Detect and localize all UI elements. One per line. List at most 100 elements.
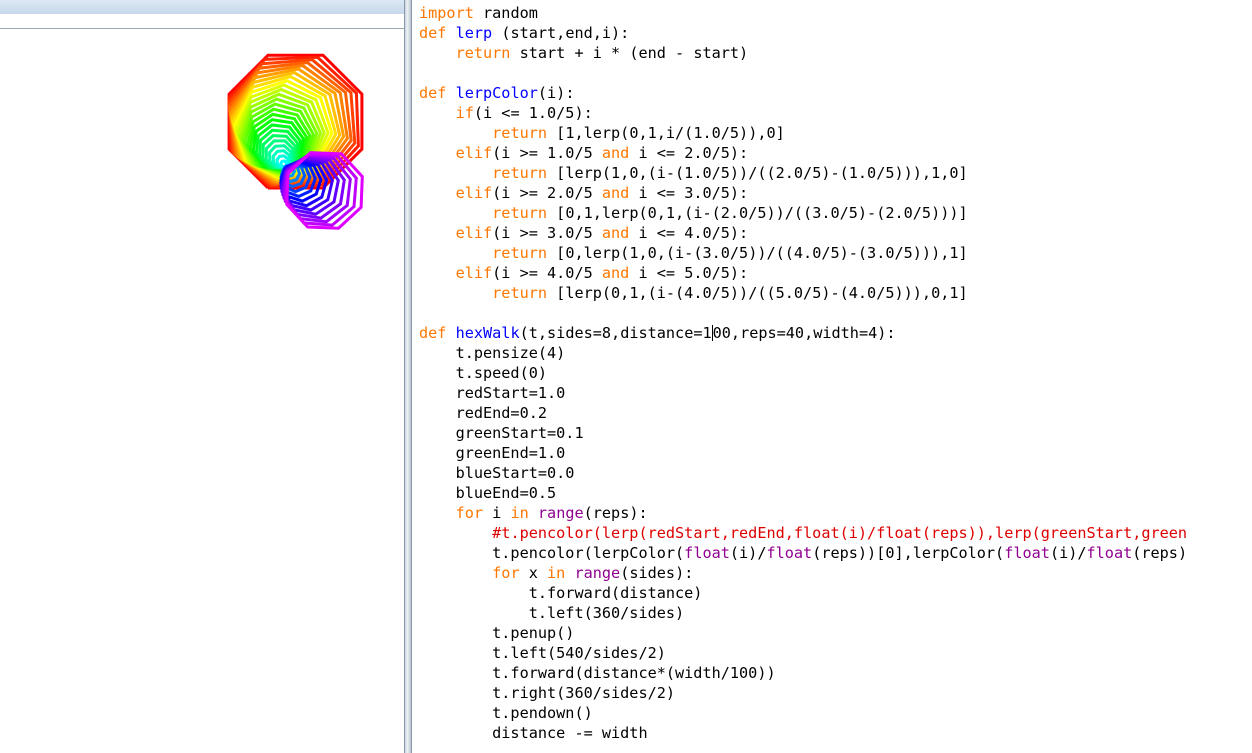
- code-line[interactable]: def lerp (start,end,i):: [419, 23, 1187, 43]
- code-token-keyword: elif: [455, 224, 493, 242]
- code-token-keyword: def: [419, 24, 447, 42]
- code-line[interactable]: t.forward(distance*(width/100)): [419, 663, 1187, 683]
- code-line[interactable]: for i in range(reps):: [419, 503, 1187, 523]
- code-token-keyword: elif: [455, 264, 493, 282]
- code-line[interactable]: elif(i >= 2.0/5 and i <= 3.0/5):: [419, 183, 1187, 203]
- code-line[interactable]: if(i <= 1.0/5):: [419, 103, 1187, 123]
- code-token: (sides):: [620, 564, 694, 582]
- code-token: (reps):: [583, 504, 648, 522]
- code-token: t.speed(0): [419, 364, 548, 382]
- code-token: distance -= width: [419, 724, 648, 742]
- code-token: i: [483, 504, 511, 522]
- code-line[interactable]: t.left(360/sides): [419, 603, 1187, 623]
- code-line[interactable]: import random: [419, 3, 1187, 23]
- code-line[interactable]: return [0,lerp(1,0,(i-(3.0/5))/((4.0/5)-…: [419, 243, 1187, 263]
- code-token: [1,lerp(0,1,i/(1.0/5)),0]: [547, 124, 785, 142]
- code-token: i <= 3.0/5):: [629, 184, 749, 202]
- code-line[interactable]: return [lerp(0,1,(i-(4.0/5))/((5.0/5)-(4…: [419, 283, 1187, 303]
- code-line[interactable]: def hexWalk(t,sides=8,distance=100,reps=…: [419, 323, 1187, 343]
- code-line[interactable]: [419, 63, 1187, 83]
- code-line[interactable]: elif(i >= 3.0/5 and i <= 4.0/5):: [419, 223, 1187, 243]
- code-token-keyword: and: [601, 224, 630, 242]
- code-token: [lerp(1,0,(i-(1.0/5))/((2.0/5)-(1.0/5)))…: [547, 164, 968, 182]
- code-token: greenEnd=1.0: [419, 444, 566, 462]
- code-token-keyword: return: [492, 244, 548, 262]
- code-line[interactable]: return start + i * (end - start): [419, 43, 1187, 63]
- code-token: t.forward(distance*(width/100)): [419, 664, 776, 682]
- code-line[interactable]: return [lerp(1,0,(i-(1.0/5))/((2.0/5)-(1…: [419, 163, 1187, 183]
- code-editor[interactable]: import random def lerp (start,end,i): ret…: [412, 0, 1252, 753]
- code-line[interactable]: for x in range(sides):: [419, 563, 1187, 583]
- code-line[interactable]: [419, 303, 1187, 323]
- code-line[interactable]: elif(i >= 1.0/5 and i <= 2.0/5):: [419, 143, 1187, 163]
- code-line[interactable]: t.pencolor(lerpColor(float(i)/float(reps…: [419, 543, 1187, 563]
- code-line[interactable]: elif(i >= 4.0/5 and i <= 5.0/5):: [419, 263, 1187, 283]
- code-line[interactable]: distance -= width: [419, 723, 1187, 743]
- code-token: [lerp(0,1,(i-(4.0/5))/((5.0/5)-(4.0/5)))…: [547, 284, 968, 302]
- code-text-area[interactable]: import random def lerp (start,end,i): ret…: [419, 3, 1187, 743]
- code-token-keyword: elif: [455, 144, 493, 162]
- code-token-definition: hexWalk: [455, 324, 520, 342]
- code-token: (i >= 3.0/5: [492, 224, 602, 242]
- code-token-keyword: def: [419, 324, 447, 342]
- code-line[interactable]: blueEnd=0.5: [419, 483, 1187, 503]
- code-token: (i)/: [1049, 544, 1087, 562]
- code-token-builtin: range: [537, 504, 584, 522]
- code-token: random: [473, 4, 538, 22]
- code-token-keyword: in: [510, 504, 529, 522]
- code-token: t.left(540/sides/2): [419, 644, 666, 662]
- code-token: greenStart=0.1: [419, 424, 584, 442]
- code-token-keyword: return: [492, 284, 548, 302]
- code-token-keyword: and: [601, 184, 630, 202]
- code-token: redStart=1.0: [419, 384, 566, 402]
- code-token-builtin: float: [1004, 544, 1050, 562]
- code-line[interactable]: redStart=1.0: [419, 383, 1187, 403]
- code-token-definition: lerp: [455, 24, 493, 42]
- turtle-canvas: [227, 53, 364, 230]
- code-token: (start,end,i):: [492, 24, 630, 42]
- code-line[interactable]: t.pendown(): [419, 703, 1187, 723]
- code-line[interactable]: greenStart=0.1: [419, 423, 1187, 443]
- code-line[interactable]: redEnd=0.2: [419, 403, 1187, 423]
- code-line[interactable]: return [0,1,lerp(0,1,(i-(2.0/5))/((3.0/5…: [419, 203, 1187, 223]
- code-token: (i >= 2.0/5: [492, 184, 602, 202]
- code-line[interactable]: t.right(360/sides/2): [419, 683, 1187, 703]
- code-token-keyword: def: [419, 84, 447, 102]
- code-line[interactable]: greenEnd=1.0: [419, 443, 1187, 463]
- code-token: t.right(360/sides/2): [419, 684, 676, 702]
- code-token-keyword: return: [455, 44, 511, 62]
- code-line[interactable]: blueStart=0.0: [419, 463, 1187, 483]
- code-token: t.pencolor(lerpColor(: [419, 544, 685, 562]
- code-token-keyword: import: [419, 4, 474, 22]
- code-token: (i)/: [729, 544, 767, 562]
- code-line[interactable]: t.left(540/sides/2): [419, 643, 1187, 663]
- code-token-keyword: and: [601, 144, 630, 162]
- code-token-keyword: for: [455, 504, 484, 522]
- code-line[interactable]: t.pensize(4): [419, 343, 1187, 363]
- code-token: i <= 2.0/5):: [629, 144, 749, 162]
- code-line[interactable]: t.forward(distance): [419, 583, 1187, 603]
- code-token: t.left(360/sides): [419, 604, 685, 622]
- code-token: t.pensize(4): [419, 344, 566, 362]
- code-token: redEnd=0.2: [419, 404, 548, 422]
- code-line[interactable]: def lerpColor(i):: [419, 83, 1187, 103]
- code-line[interactable]: t.penup(): [419, 623, 1187, 643]
- window-splitter[interactable]: [404, 0, 412, 753]
- code-line[interactable]: #t.pencolor(lerp(redStart,redEnd,float(i…: [419, 523, 1187, 543]
- code-token-builtin: float: [1086, 544, 1133, 562]
- code-line[interactable]: return [1,lerp(0,1,i/(1.0/5)),0]: [419, 123, 1187, 143]
- code-token: (t,sides=8,distance=1: [519, 324, 712, 342]
- code-token-definition: lerpColor: [455, 84, 538, 102]
- code-line[interactable]: t.speed(0): [419, 363, 1187, 383]
